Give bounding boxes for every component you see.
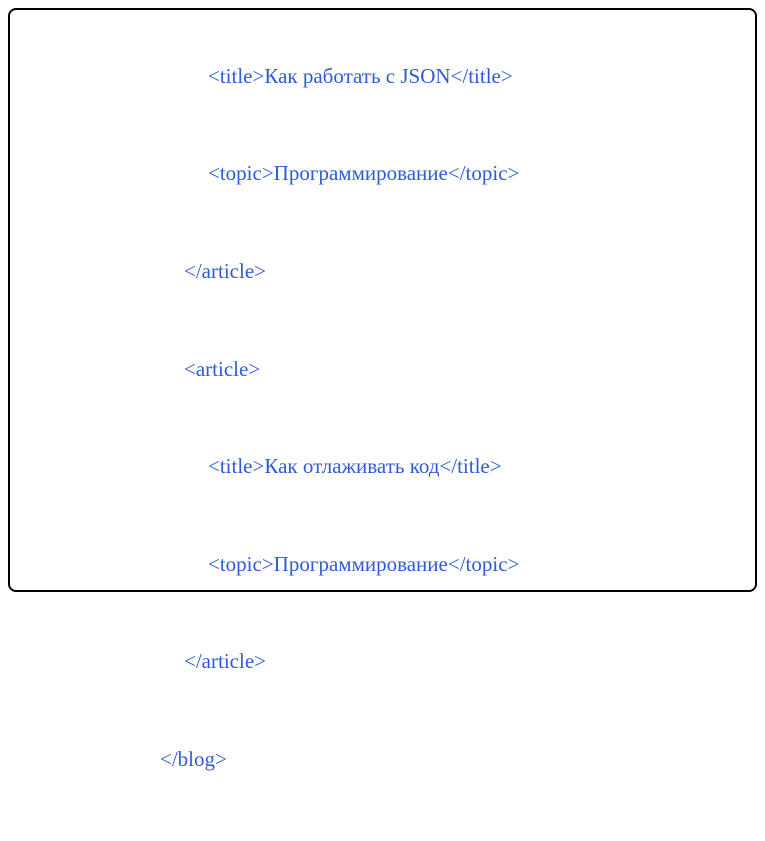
code-line: <topic>Программирование</topic> <box>160 548 519 581</box>
xml-code-block: <blog> <article> <title>Как работать с J… <box>160 0 519 841</box>
code-line: </article> <box>160 255 519 288</box>
code-line: </article> <box>160 645 519 678</box>
code-line: <title>Как работать с JSON</title> <box>160 60 519 93</box>
document-frame: <blog> <article> <title>Как работать с J… <box>8 8 757 592</box>
code-line: <article> <box>160 353 519 386</box>
code-line: <title>Как отлаживать код</title> <box>160 450 519 483</box>
code-line: </blog> <box>160 743 519 776</box>
code-line: <topic>Программирование</topic> <box>160 157 519 190</box>
